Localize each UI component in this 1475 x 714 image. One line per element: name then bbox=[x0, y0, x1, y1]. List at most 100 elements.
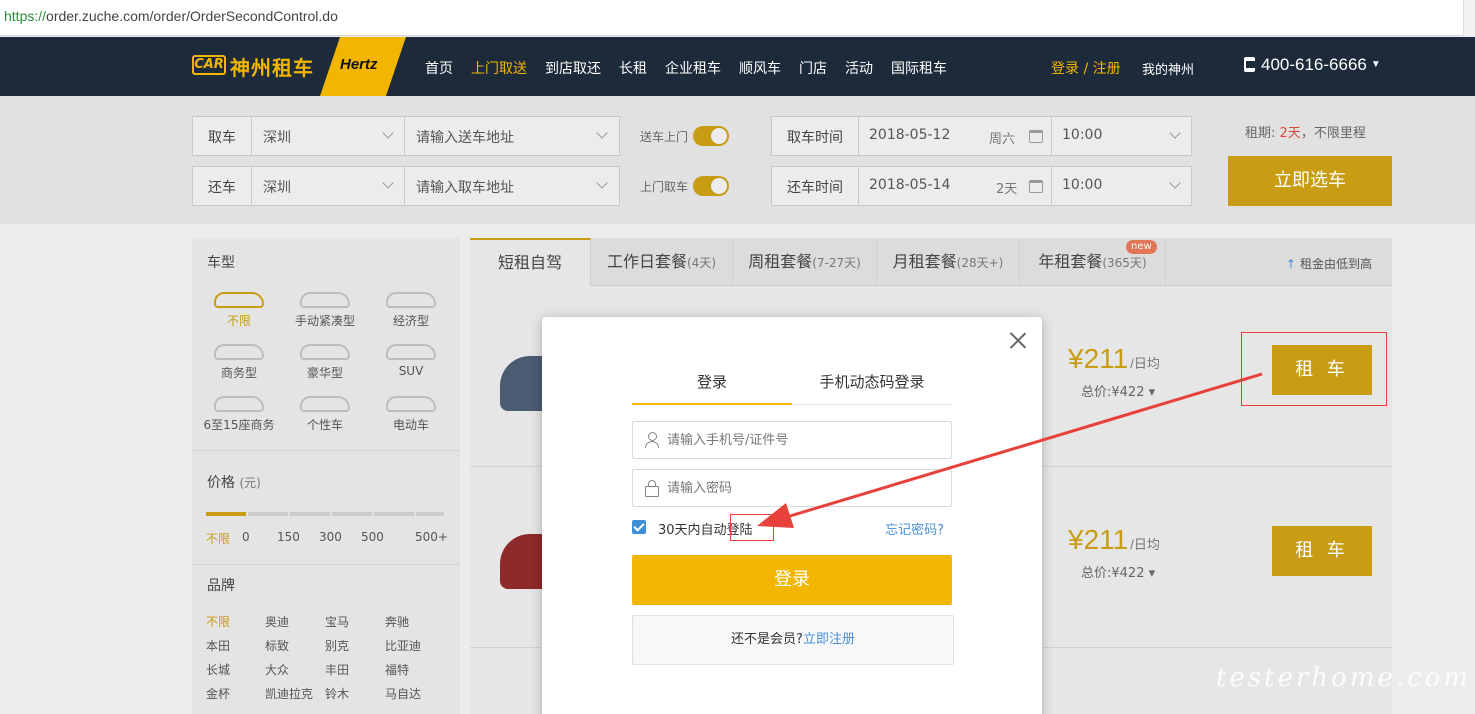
tab-password-login[interactable]: 登录 bbox=[632, 371, 792, 392]
car-type-electric[interactable]: 电动车 bbox=[371, 396, 451, 433]
rent-button[interactable]: 租 车 bbox=[1272, 526, 1372, 576]
nav-link-stores[interactable]: 门店 bbox=[799, 58, 827, 78]
hertz-text: Hertz bbox=[340, 56, 378, 73]
brand-item[interactable]: 金杯 bbox=[206, 685, 230, 702]
phone-number[interactable]: 400-616-6666 ▼ bbox=[1244, 55, 1381, 75]
brand-item[interactable]: 铃木 bbox=[325, 685, 349, 702]
password-field[interactable] bbox=[632, 469, 952, 507]
car-type-luxury[interactable]: 豪华型 bbox=[285, 344, 365, 381]
nav-link-long-term[interactable]: 长租 bbox=[619, 58, 647, 78]
suv-icon bbox=[386, 344, 436, 360]
brand-item[interactable]: 奥迪 bbox=[265, 613, 289, 630]
pickup-label: 取车 bbox=[208, 130, 236, 146]
brand-item[interactable]: 凯迪拉克 bbox=[265, 685, 313, 702]
price-label-any[interactable]: 不限 bbox=[206, 530, 230, 547]
price-slider-segment[interactable] bbox=[248, 512, 288, 516]
register-prompt: 还不是会员?立即注册 bbox=[632, 615, 954, 665]
price-slider-segment[interactable] bbox=[416, 512, 444, 516]
car-type-business[interactable]: 商务型 bbox=[199, 344, 279, 381]
car-type-compact[interactable]: 手动紧凑型 bbox=[285, 292, 365, 329]
phone-field[interactable] bbox=[632, 421, 952, 459]
brand-item[interactable]: 丰田 bbox=[325, 661, 349, 678]
nav-link-store-pickup[interactable]: 到店取还 bbox=[545, 58, 601, 78]
brand-item[interactable]: 大众 bbox=[265, 661, 289, 678]
car-icon bbox=[214, 292, 264, 308]
car-type-suv[interactable]: SUV bbox=[371, 344, 451, 378]
price-slider-segment[interactable] bbox=[290, 512, 330, 516]
register-link[interactable]: 立即注册 bbox=[803, 632, 855, 647]
car-type-any[interactable]: 不限 bbox=[199, 292, 279, 329]
brand-any[interactable]: 不限 bbox=[206, 613, 230, 630]
chevron-down-icon bbox=[382, 127, 394, 139]
van-icon bbox=[214, 396, 264, 412]
return-city-select[interactable]: 深圳 bbox=[251, 166, 405, 206]
brand-item[interactable]: 长城 bbox=[206, 661, 230, 678]
brand-item[interactable]: 福特 bbox=[385, 661, 409, 678]
pickup-date-picker[interactable]: 2018-05-12 周六 bbox=[858, 116, 1052, 156]
deliver-toggle[interactable] bbox=[693, 126, 729, 146]
pickup-time-select[interactable]: 10:00 bbox=[1051, 116, 1192, 156]
tab-monthly[interactable]: 月租套餐(28天+) bbox=[877, 238, 1020, 286]
car-type-economy[interactable]: 经济型 bbox=[371, 292, 451, 329]
choose-car-button[interactable]: 立即选车 bbox=[1228, 156, 1392, 206]
nav-link-home[interactable]: 首页 bbox=[425, 58, 453, 78]
forgot-password-link[interactable]: 忘记密码? bbox=[885, 519, 944, 538]
url-scheme: https:// bbox=[4, 8, 47, 24]
return-date-picker[interactable]: 2018-05-14 2天 bbox=[858, 166, 1052, 206]
brand-item[interactable]: 比亚迪 bbox=[385, 637, 421, 654]
hertz-logo[interactable]: Hertz bbox=[320, 37, 406, 96]
my-account-link[interactable]: 我的神州 bbox=[1142, 59, 1194, 78]
brand-item[interactable]: 奔驰 bbox=[385, 613, 409, 630]
login-tabs: 登录 手机动态码登录 bbox=[632, 359, 952, 405]
login-modal: 登录 手机动态码登录 30天内自动登陆 忘记密码? 登录 还不是会员?立即注册 bbox=[542, 317, 1042, 714]
price-title-text: 价格 bbox=[207, 475, 235, 491]
tab-weekday[interactable]: 工作日套餐(4天) bbox=[591, 238, 733, 286]
rent-period: 租期: 2天，不限里程 bbox=[1245, 122, 1366, 141]
sort-hint-text: 租金由低到高 bbox=[1299, 257, 1372, 271]
price-title: 价格 (元) bbox=[207, 472, 261, 492]
price-slider-segment-active[interactable] bbox=[206, 512, 246, 516]
browser-address-bar[interactable]: https://order.zuche.com/order/OrderSecon… bbox=[0, 0, 1475, 36]
brand-item[interactable]: 标致 bbox=[265, 637, 289, 654]
login-button[interactable]: 登录 bbox=[632, 555, 952, 605]
tab-sms-login[interactable]: 手机动态码登录 bbox=[792, 371, 952, 392]
nav-link-door-delivery[interactable]: 上门取送 bbox=[471, 58, 527, 78]
url-text[interactable]: https://order.zuche.com/order/OrderSecon… bbox=[4, 8, 338, 24]
deliver-toggle-label: 送车上门 bbox=[640, 130, 689, 144]
price-slider-segment[interactable] bbox=[374, 512, 414, 516]
close-icon[interactable] bbox=[1008, 330, 1028, 350]
car-icon bbox=[300, 292, 350, 308]
nav-link-events[interactable]: 活动 bbox=[845, 58, 873, 78]
total-price[interactable]: 总价:¥422 ▾ bbox=[1081, 562, 1155, 581]
brand-item[interactable]: 本田 bbox=[206, 637, 230, 654]
delivery-address-input[interactable]: 请输入送车地址 bbox=[404, 116, 620, 156]
return-time: 10:00 bbox=[1062, 177, 1103, 193]
pickup-city-select[interactable]: 深圳 bbox=[251, 116, 405, 156]
scrollbar[interactable] bbox=[1463, 0, 1475, 36]
tab-weekly[interactable]: 周租套餐(7-27天) bbox=[733, 238, 877, 286]
password-input[interactable] bbox=[667, 470, 947, 506]
remember-me-checkbox[interactable] bbox=[632, 520, 646, 534]
package-tabs: 短租自驾 工作日套餐(4天) 周租套餐(7-27天) 月租套餐(28天+) 年租… bbox=[470, 238, 1392, 286]
car-icon bbox=[214, 344, 264, 360]
price-slider-segment[interactable] bbox=[332, 512, 372, 516]
nav-link-enterprise[interactable]: 企业租车 bbox=[665, 58, 721, 78]
brand-item[interactable]: 宝马 bbox=[325, 613, 349, 630]
car-type-special[interactable]: 个性车 bbox=[285, 396, 365, 433]
tab-short-term[interactable]: 短租自驾 bbox=[470, 238, 591, 286]
sort-price-ascending[interactable]: ↑ 租金由低到高 bbox=[1286, 255, 1372, 272]
collect-toggle[interactable] bbox=[693, 176, 729, 196]
delivery-address-placeholder: 请输入送车地址 bbox=[416, 130, 514, 146]
phone-input[interactable] bbox=[667, 422, 947, 458]
brand-item[interactable]: 马自达 bbox=[385, 685, 421, 702]
tab-label: 短租自驾 bbox=[497, 253, 562, 272]
chevron-down-icon bbox=[1169, 127, 1181, 139]
total-price[interactable]: 总价:¥422 ▾ bbox=[1081, 381, 1155, 400]
return-time-select[interactable]: 10:00 bbox=[1051, 166, 1192, 206]
nav-link-rideshare[interactable]: 顺风车 bbox=[739, 58, 781, 78]
collect-address-input[interactable]: 请输入取车地址 bbox=[404, 166, 620, 206]
nav-link-international[interactable]: 国际租车 bbox=[891, 58, 947, 78]
car-type-van[interactable]: 6至15座商务 bbox=[199, 396, 279, 433]
brand-item[interactable]: 别克 bbox=[325, 637, 349, 654]
login-register-link[interactable]: 登录 / 注册 bbox=[1051, 58, 1121, 78]
